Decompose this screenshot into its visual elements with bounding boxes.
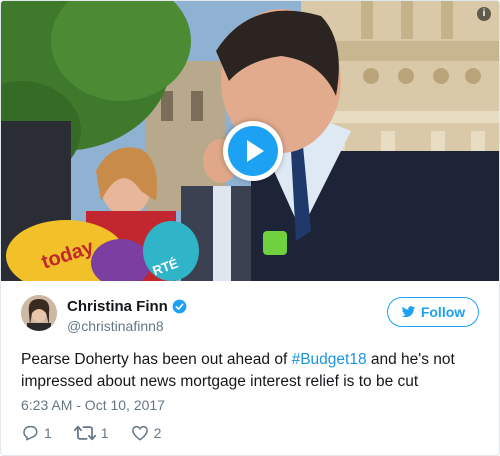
retweet-button[interactable]: 1 — [73, 424, 109, 442]
twitter-bird-icon — [401, 306, 415, 318]
like-button[interactable]: 2 — [131, 424, 162, 442]
tweet-timestamp[interactable]: 6:23 AM - Oct 10, 2017 — [21, 397, 165, 413]
author-handle[interactable]: @christinafinn8 — [67, 318, 164, 334]
heart-icon — [131, 425, 148, 441]
tweet-text-before: Pearse Doherty has been out ahead of — [21, 351, 292, 368]
info-icon[interactable]: i — [477, 7, 491, 21]
video-thumbnail[interactable]: today RTÉ i — [1, 1, 499, 281]
retweet-count: 1 — [100, 425, 109, 441]
tweet-header: Christina Finn @christinafinn8 Follow — [1, 281, 499, 339]
author-name-row[interactable]: Christina Finn — [67, 298, 187, 315]
avatar[interactable] — [21, 295, 57, 331]
retweet-icon — [73, 425, 96, 441]
play-button[interactable] — [223, 121, 283, 181]
author-name[interactable]: Christina Finn — [67, 298, 168, 315]
hashtag-link[interactable]: #Budget18 — [292, 351, 367, 368]
reply-icon — [23, 425, 38, 441]
reply-count: 1 — [44, 425, 52, 441]
follow-label: Follow — [420, 304, 466, 320]
like-count: 2 — [153, 425, 162, 441]
reply-button[interactable]: 1 — [21, 424, 52, 442]
follow-button[interactable]: Follow — [387, 297, 479, 327]
verified-badge-icon — [172, 299, 187, 314]
play-icon — [228, 126, 278, 176]
tweet-actions: 1 1 2 — [21, 424, 183, 442]
tweet-card: today RTÉ i Christina Finn @christinafin… — [0, 0, 500, 456]
tweet-text: Pearse Doherty has been out ahead of #Bu… — [21, 349, 491, 393]
